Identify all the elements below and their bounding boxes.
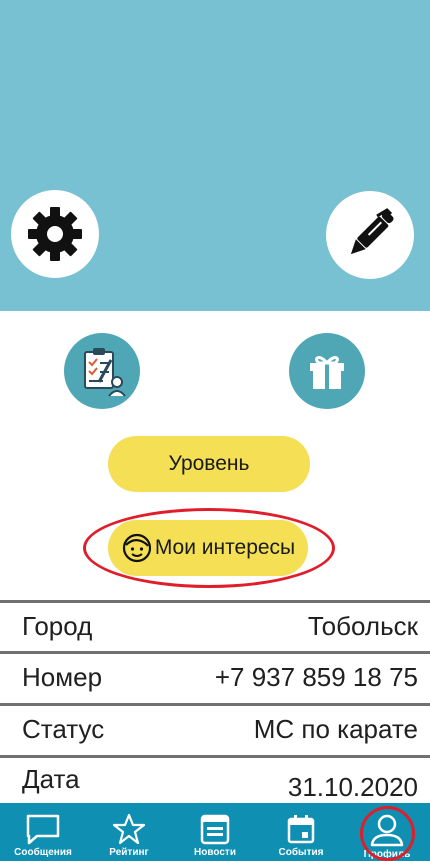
settings-button[interactable] [11, 190, 99, 278]
info-value: Тобольск [307, 611, 418, 641]
nav-label: Новости [194, 847, 236, 858]
info-row-number: Номер +7 937 859 18 75 [0, 651, 430, 701]
info-label: Дата [22, 764, 80, 794]
gift-icon [310, 356, 344, 389]
chat-icon [26, 814, 60, 845]
nav-profile[interactable]: Профиль [344, 803, 430, 861]
info-value: 31.10.2020 [287, 772, 418, 802]
face-icon [122, 533, 151, 563]
calendar-icon [287, 815, 315, 844]
info-label: Статус [22, 714, 105, 744]
nav-news[interactable]: Новости [172, 803, 258, 861]
info-row-status: Статус МС по карате [0, 703, 430, 753]
nav-label: Профиль [363, 849, 411, 860]
tasks-button[interactable] [64, 333, 140, 409]
info-value: МС по карате [253, 714, 418, 744]
profile-header [0, 0, 430, 311]
nav-label: Сообщения [14, 847, 72, 858]
info-label: Номер [22, 662, 103, 692]
nav-messages[interactable]: Сообщения [0, 803, 86, 861]
newspaper-icon [200, 814, 230, 845]
level-button[interactable]: Уровень [108, 436, 310, 492]
my-interests-label: Мои интересы [154, 536, 296, 559]
user-icon [370, 814, 404, 847]
info-row-date: Дата 31.10.2020 [0, 755, 430, 803]
info-row-city: Город Тобольск [0, 600, 430, 650]
nav-label: События [278, 847, 324, 858]
pen-icon [350, 208, 394, 255]
bottom-navigation: Сообщения Рейтинг Новости События Профил… [0, 803, 430, 861]
gear-icon [28, 207, 82, 261]
edit-profile-button[interactable] [326, 191, 414, 279]
nav-rating[interactable]: Рейтинг [86, 803, 172, 861]
info-label: Город [22, 611, 93, 641]
nav-events[interactable]: События [258, 803, 344, 861]
level-label: Уровень [168, 452, 250, 475]
clipboard-icon [84, 348, 126, 397]
star-icon [113, 813, 145, 845]
nav-label: Рейтинг [109, 847, 149, 858]
info-value: +7 937 859 18 75 [214, 662, 418, 692]
my-interests-button[interactable]: Мои интересы [108, 520, 308, 576]
gift-button[interactable] [289, 333, 365, 409]
